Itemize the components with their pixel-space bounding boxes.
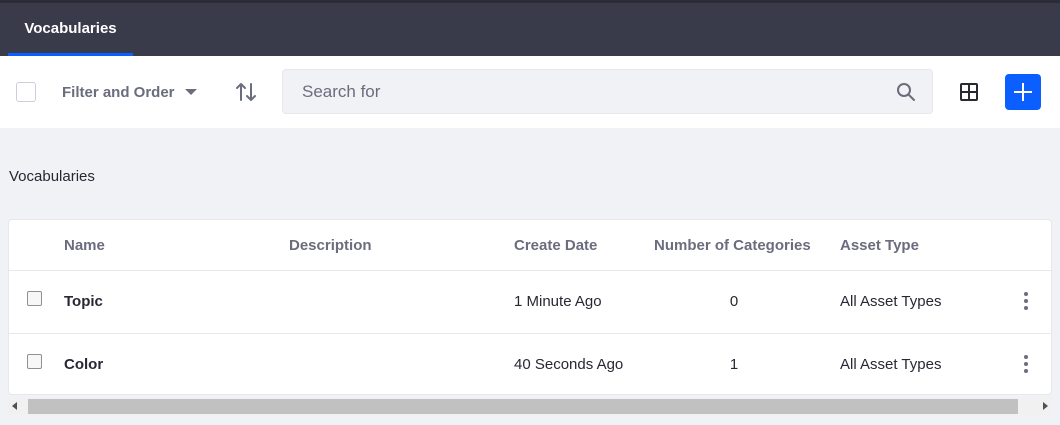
sort-icon [236, 83, 256, 101]
management-toolbar: Filter and Order [0, 56, 1060, 128]
select-all-checkbox[interactable] [16, 82, 36, 102]
column-header-number-of-categories: Number of Categories [654, 237, 811, 254]
vocabularies-table: Name Description Create Date Number of C… [8, 219, 1052, 395]
display-style-button[interactable] [957, 80, 981, 104]
filter-and-order-dropdown[interactable]: Filter and Order [62, 80, 197, 104]
actions-menu-icon[interactable] [1023, 292, 1029, 312]
actions-menu-icon[interactable] [1023, 355, 1029, 375]
search-box [282, 69, 933, 114]
column-header-create-date: Create Date [514, 237, 598, 254]
scroll-right-arrow-icon[interactable] [1043, 402, 1048, 410]
row-checkbox[interactable] [27, 354, 42, 369]
filter-and-order-label: Filter and Order [62, 83, 175, 101]
vocabulary-asset-type: All Asset Types [840, 356, 942, 373]
section-title: Vocabularies [9, 168, 95, 185]
column-header-name: Name [64, 237, 105, 254]
tab-vocabularies[interactable]: Vocabularies [8, 3, 133, 56]
search-icon[interactable] [896, 82, 916, 102]
table-row: Color 40 Seconds Ago 1 All Asset Types [9, 333, 1051, 394]
vocabulary-asset-type: All Asset Types [840, 293, 942, 310]
scrollbar-thumb[interactable] [28, 399, 1018, 414]
vocabulary-name-link[interactable]: Topic [64, 292, 103, 312]
search-input[interactable] [283, 70, 883, 113]
sort-button[interactable] [234, 80, 258, 104]
table-row: Topic 1 Minute Ago 0 All Asset Types [9, 270, 1051, 333]
vocabulary-create-date: 40 Seconds Ago [514, 356, 624, 373]
grid-view-icon [960, 83, 978, 101]
scroll-left-arrow-icon[interactable] [12, 402, 17, 410]
vocabulary-category-count: 0 [729, 293, 739, 310]
add-vocabulary-button[interactable] [1005, 74, 1041, 110]
top-nav-bar: Vocabularies [0, 0, 1060, 56]
column-header-description: Description [289, 237, 372, 254]
caret-down-icon [184, 89, 197, 95]
vocabulary-name-link[interactable]: Color [64, 355, 103, 375]
horizontal-scrollbar[interactable] [8, 398, 1052, 415]
vocabulary-category-count: 1 [729, 356, 739, 373]
row-checkbox[interactable] [27, 291, 42, 306]
column-header-asset-type: Asset Type [840, 237, 919, 254]
vocabulary-create-date: 1 Minute Ago [514, 293, 602, 310]
